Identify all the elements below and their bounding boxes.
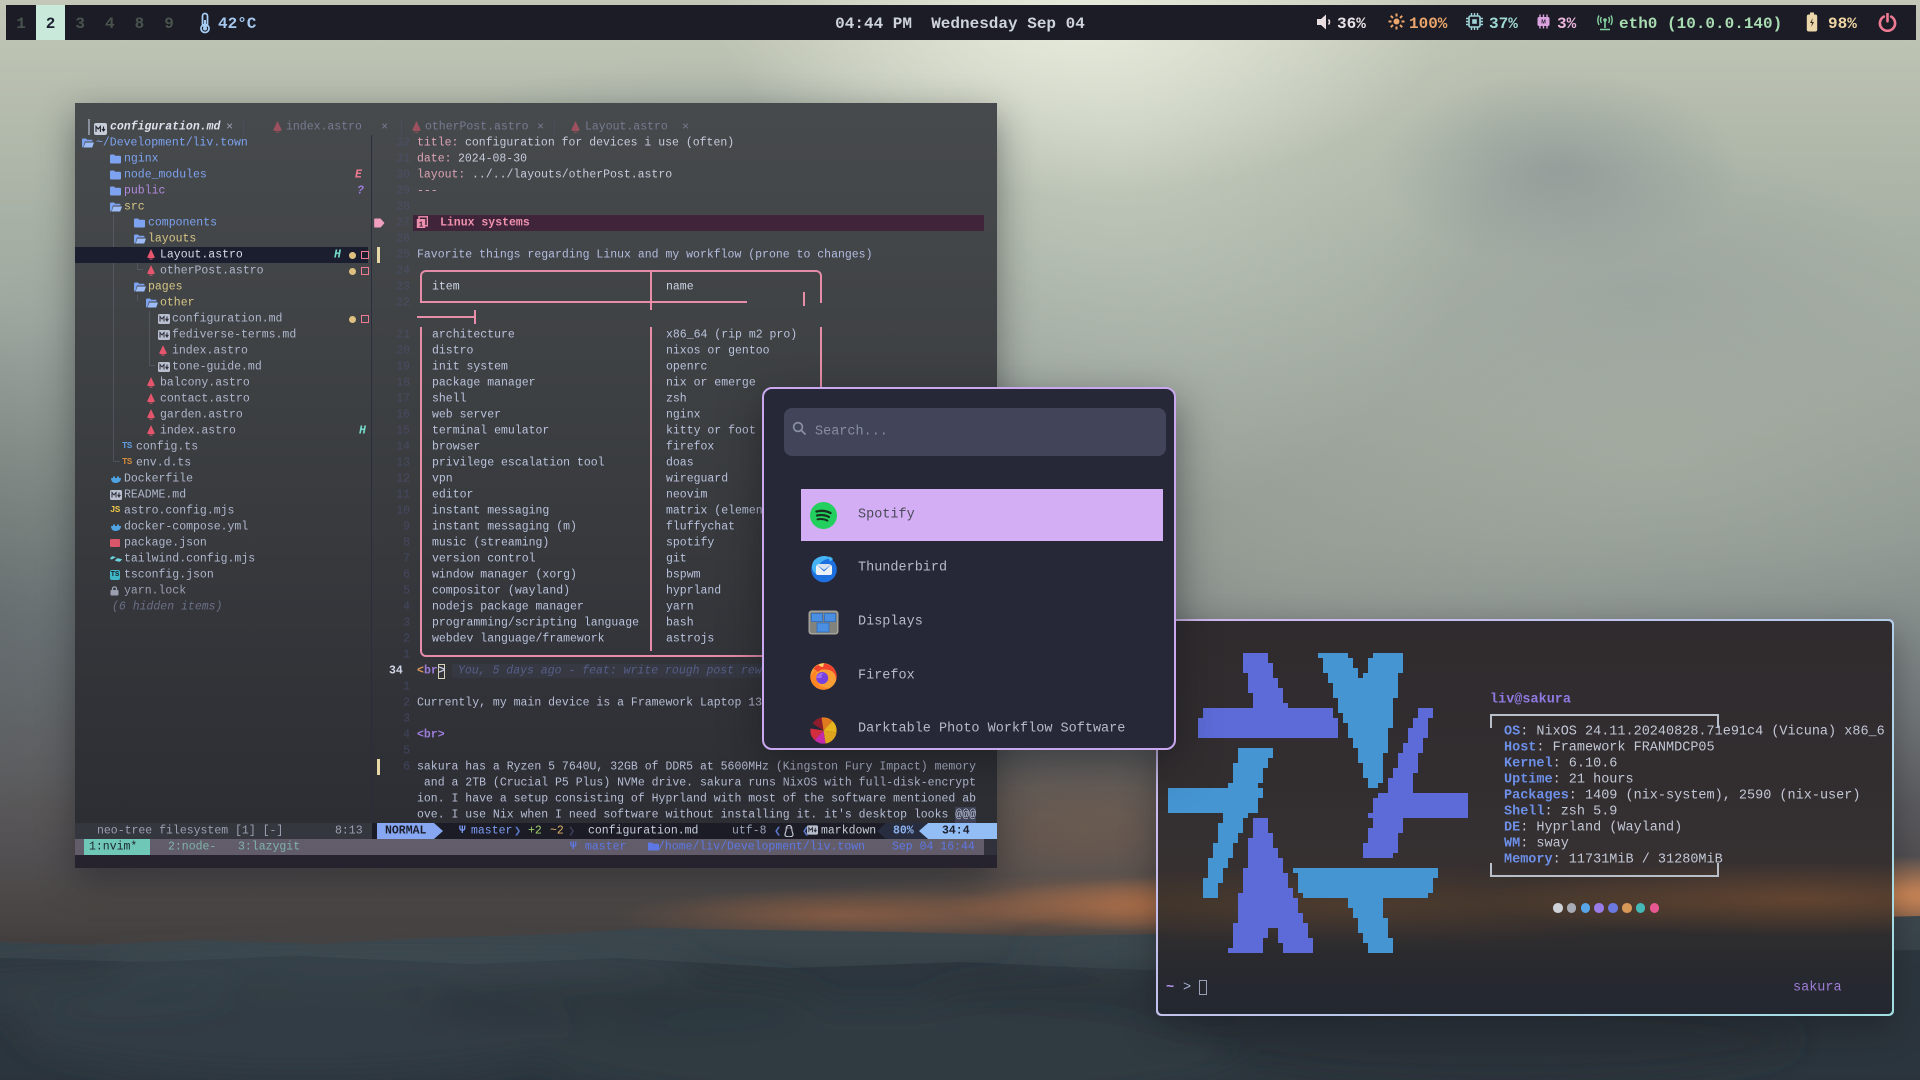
svg-text:1: 1 xyxy=(419,221,424,229)
svg-text:M: M xyxy=(1541,20,1546,26)
